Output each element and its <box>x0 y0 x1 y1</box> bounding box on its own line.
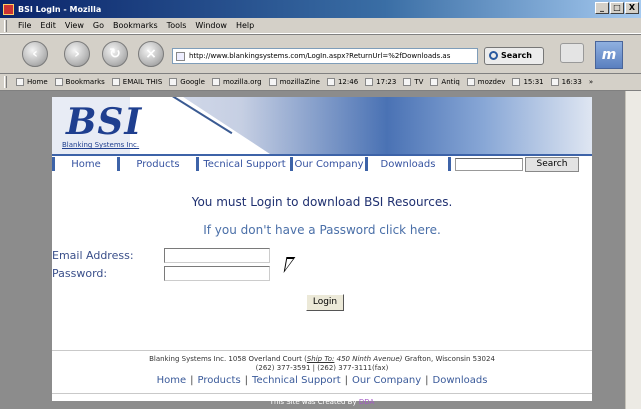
bookmark-tv[interactable]: TV <box>403 78 423 86</box>
bookmark-google[interactable]: Google <box>169 78 205 86</box>
site-nav: Home Products Tecnical Support Our Compa… <box>52 154 592 172</box>
window-titlebar[interactable]: BSI LogIn - Mozilla _ □ X <box>0 0 641 18</box>
footer-link-home[interactable]: Home <box>157 375 187 386</box>
bookmark-icon <box>211 78 220 86</box>
bookmark-icon <box>326 78 335 86</box>
page-viewport: BSI Blanking Systems Inc. Home Products … <box>0 91 625 409</box>
site-banner: BSI Blanking Systems Inc. <box>52 97 592 154</box>
menu-edit[interactable]: Edit <box>40 21 56 30</box>
footer-address: Blanking Systems Inc. 1058 Overland Cour… <box>149 355 495 363</box>
menu-window[interactable]: Window <box>195 21 227 30</box>
back-button[interactable]: ‹ <box>22 41 48 67</box>
site-credit: This Site was Created By DDA <box>269 398 375 406</box>
navigation-toolbar: ‹ › ↻ × http://www.blankingsystems.com/L… <box>0 34 641 74</box>
password-help-link[interactable]: If you don't have a Password click here. <box>52 223 592 237</box>
bookmark-icon <box>111 78 120 86</box>
menu-go[interactable]: Go <box>93 21 104 30</box>
menu-file[interactable]: File <box>18 21 31 30</box>
footer-link-technical-support[interactable]: Technical Support <box>252 375 341 386</box>
bookmarks-toolbar: Home Bookmarks EMAIL THIS Google mozilla… <box>0 74 641 91</box>
page-icon <box>176 52 185 61</box>
menu-view[interactable]: View <box>65 21 84 30</box>
stop-button[interactable]: × <box>138 41 164 67</box>
bookmark-antiq[interactable]: Antiq <box>430 78 460 86</box>
mouse-cursor-icon <box>283 257 296 273</box>
nav-our-company[interactable]: Our Company <box>293 157 368 171</box>
folder-icon <box>54 78 63 86</box>
footer-phone: (262) 377-3591 | (262) 377-3111(fax) <box>255 364 389 372</box>
site-footer: Blanking Systems Inc. 1058 Overland Cour… <box>52 350 592 394</box>
bookmark-bookmarks[interactable]: Bookmarks <box>54 78 105 86</box>
bookmark-icon <box>268 78 277 86</box>
toolbar-grip[interactable] <box>4 76 7 88</box>
site-search-button[interactable]: Search <box>525 156 579 172</box>
footer-links: Home | Products | Technical Support | Our Comp… <box>156 375 488 386</box>
footer-link-products[interactable]: Products <box>197 375 240 386</box>
menu-bar: File Edit View Go Bookmarks Tools Window… <box>0 18 641 34</box>
bookmark-icon <box>403 78 412 86</box>
bookmark-home[interactable]: Home <box>16 78 48 86</box>
forward-button[interactable]: › <box>64 41 90 67</box>
bsi-page: BSI Blanking Systems Inc. Home Products … <box>52 97 592 406</box>
company-name-link[interactable]: Blanking Systems Inc. <box>62 141 139 149</box>
reload-button[interactable]: ↻ <box>102 41 128 67</box>
bookmarks-overflow-chevron[interactable]: » <box>589 78 593 86</box>
browser-search-label: Search <box>501 51 532 60</box>
login-button[interactable]: Login <box>306 294 344 311</box>
login-heading: You must Login to download BSI Resources… <box>191 195 453 209</box>
nav-downloads[interactable]: Downloads <box>368 157 451 171</box>
credit-author-link[interactable]: DDA <box>359 398 374 406</box>
bookmark-icon <box>430 78 439 86</box>
close-button[interactable]: X <box>625 2 639 14</box>
menu-tools[interactable]: Tools <box>167 21 187 30</box>
email-label: Email Address: <box>52 249 134 262</box>
bookmark-mozillazine[interactable]: mozillaZine <box>268 78 320 86</box>
password-label: Password: <box>52 267 108 280</box>
toolbar-grip[interactable] <box>4 19 7 32</box>
bookmark-1633[interactable]: 16:33 <box>550 78 582 86</box>
window-title: BSI LogIn - Mozilla <box>18 4 102 14</box>
email-field[interactable] <box>164 248 270 263</box>
menu-help[interactable]: Help <box>236 21 254 30</box>
mozilla-throbber-icon[interactable]: m <box>595 41 623 69</box>
bookmark-email-this[interactable]: EMAIL THIS <box>111 78 162 86</box>
minimize-button[interactable]: _ <box>595 2 609 14</box>
bookmark-1531[interactable]: 15:31 <box>512 78 544 86</box>
bsi-logo[interactable]: BSI <box>66 101 142 143</box>
menu-bookmarks[interactable]: Bookmarks <box>113 21 158 30</box>
nav-technical-support[interactable]: Tecnical Support <box>199 157 293 171</box>
bookmark-1723[interactable]: 17:23 <box>365 78 396 86</box>
nav-products[interactable]: Products <box>120 157 199 171</box>
print-icon[interactable] <box>560 43 584 63</box>
bookmark-mozilla-org[interactable]: mozilla.org <box>211 78 262 86</box>
nav-home[interactable]: Home <box>52 157 120 171</box>
bookmark-1246[interactable]: 12:46 <box>326 78 358 86</box>
home-icon <box>16 78 24 86</box>
browser-search-button[interactable]: Search <box>484 47 544 65</box>
bookmark-icon <box>365 78 374 86</box>
footer-link-downloads[interactable]: Downloads <box>433 375 488 386</box>
bookmark-icon <box>169 78 178 86</box>
maximize-button[interactable]: □ <box>610 2 624 14</box>
bookmark-mozdev[interactable]: mozdev <box>466 78 505 86</box>
url-bar[interactable]: http://www.blankingsystems.com/LogIn.asp… <box>172 48 478 64</box>
footer-link-our-company[interactable]: Our Company <box>352 375 421 386</box>
bookmark-icon <box>550 78 559 86</box>
search-icon <box>489 51 498 60</box>
bookmark-icon <box>466 78 475 86</box>
window-controls: _ □ X <box>595 2 639 14</box>
password-field[interactable] <box>164 266 270 281</box>
url-text: http://www.blankingsystems.com/LogIn.asp… <box>189 52 451 60</box>
bookmark-icon <box>512 78 521 86</box>
vertical-scrollbar[interactable] <box>625 91 641 409</box>
mozilla-app-icon <box>3 3 14 15</box>
site-search-input[interactable] <box>455 157 523 171</box>
